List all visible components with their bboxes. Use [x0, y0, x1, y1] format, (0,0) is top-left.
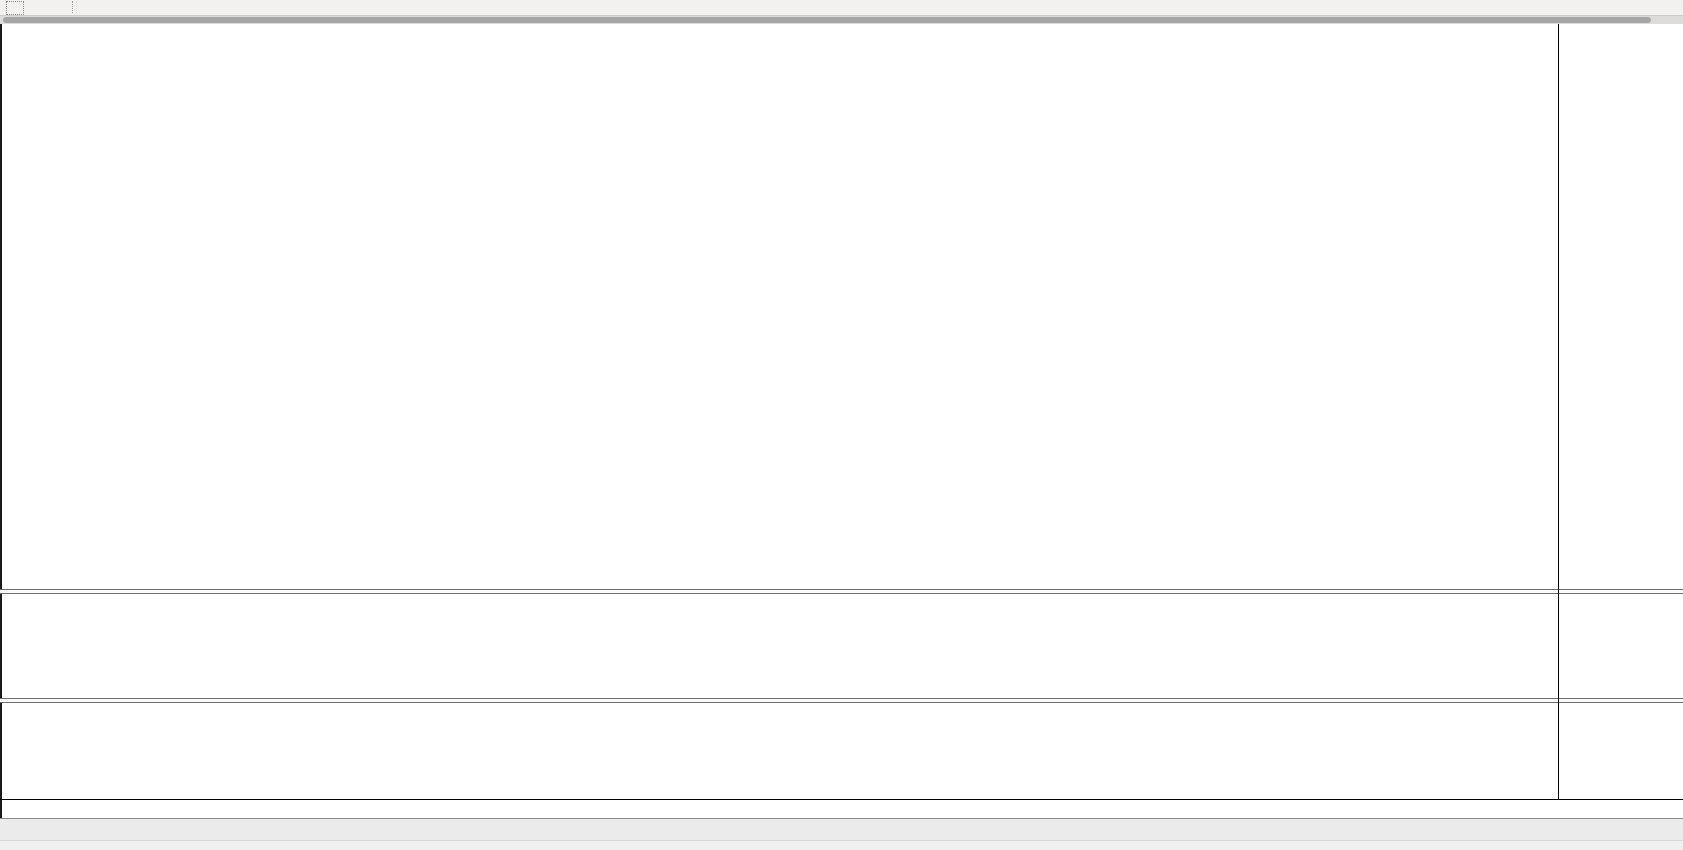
- hscrollbar-thumb[interactable]: [3, 17, 1651, 23]
- pane-splitter-macd[interactable]: [0, 698, 1683, 703]
- chevron-down-icon[interactable]: [52, 1, 62, 13]
- time-axis-line: [0, 799, 1683, 800]
- text-tool-button[interactable]: [6, 1, 24, 15]
- pane-splitter-rsi[interactable]: [0, 589, 1683, 594]
- symbol-tab-bar: [0, 818, 1683, 841]
- toolbar-separator: [72, 1, 77, 13]
- arrange-windows-icon[interactable]: [34, 1, 50, 13]
- toolbar: [0, 0, 1683, 15]
- price-axis-line: [1558, 23, 1559, 799]
- window-bottom-strip: [0, 840, 1683, 850]
- mt4-window: [0, 0, 1683, 850]
- chart-title: [8, 27, 15, 39]
- chart-hscrollbar[interactable]: [0, 15, 1683, 24]
